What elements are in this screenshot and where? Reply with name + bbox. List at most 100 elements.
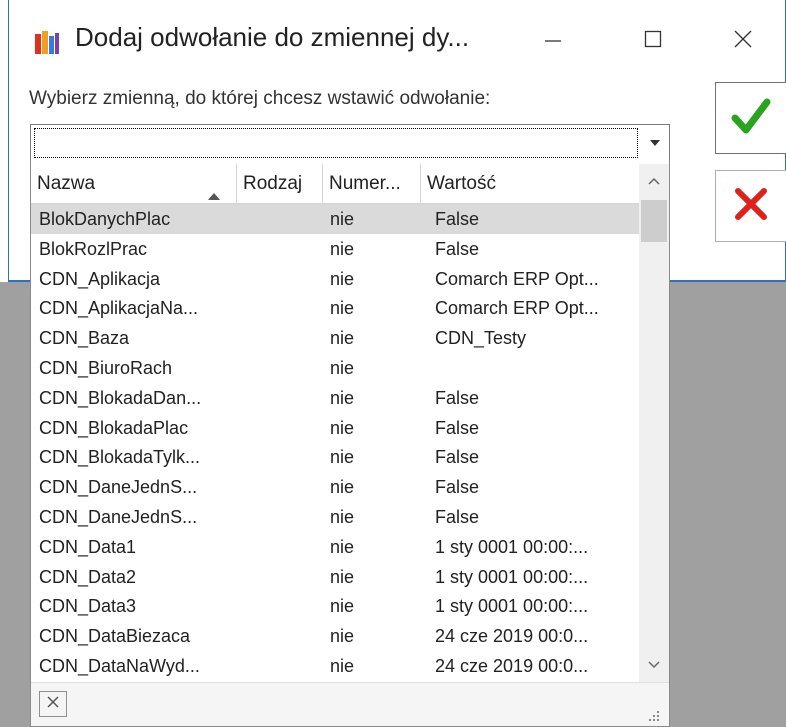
variable-value: CDN_Testy	[435, 328, 527, 349]
table-row[interactable]: CDN_Data3 nie 1 sty 0001 00:00:...	[31, 591, 639, 621]
variable-name: CDN_DataNaWyd...	[39, 655, 200, 676]
variable-value: False	[435, 387, 480, 408]
variable-value: False	[435, 209, 480, 229]
variable-numbered: nie	[330, 655, 355, 676]
variable-numbered: nie	[330, 506, 355, 527]
table-row[interactable]: CDN_Baza nie CDN_Testy	[31, 323, 639, 353]
variable-name: CDN_BlokadaPlac	[39, 417, 189, 438]
resize-grip-icon[interactable]	[645, 707, 661, 723]
table-row[interactable]: CDN_Data1 nie 1 sty 0001 00:00:...	[31, 532, 639, 562]
column-label: Nazwa	[37, 173, 96, 194]
variable-value: 1 sty 0001 00:00:...	[435, 566, 589, 587]
variable-numbered: nie	[330, 357, 355, 378]
minimize-icon	[543, 29, 563, 54]
variable-name: CDN_DataBiezaca	[39, 626, 191, 647]
variable-numbered: nie	[330, 626, 355, 647]
column-label: Wartość	[427, 173, 496, 194]
variable-value: 24 cze 2019 00:0...	[435, 655, 589, 676]
minimize-button[interactable]	[523, 16, 583, 66]
table-row[interactable]: CDN_BlokadaTylk... nie False	[31, 442, 639, 472]
column-header-number[interactable]: Numer...	[323, 164, 421, 204]
variable-value: False	[435, 417, 480, 438]
scroll-down-button[interactable]	[639, 648, 669, 684]
table-body: BlokDanychPlac nie False BlokRozlPrac nie Fal…	[31, 204, 639, 681]
table-row[interactable]: CDN_Aplikacja nie Comarch ERP Opt...	[31, 264, 639, 294]
close-icon	[733, 29, 753, 54]
table-row[interactable]: CDN_DaneJednS... nie False	[31, 472, 639, 502]
variable-name: BlokRozlPrac	[39, 238, 148, 259]
variable-value: 1 sty 0001 00:00:...	[435, 536, 589, 557]
variable-numbered: nie	[330, 536, 355, 557]
variable-value: 1 sty 0001 00:00:...	[435, 596, 589, 617]
column-header-name[interactable]: Nazwa	[31, 164, 237, 204]
variable-name: CDN_BlokadaTylk...	[39, 447, 201, 468]
ok-button[interactable]	[715, 82, 786, 154]
green-checkmark-icon	[729, 94, 773, 143]
variable-name: CDN_Aplikacja	[39, 268, 161, 289]
variable-numbered: nie	[330, 387, 355, 408]
scrollbar-thumb[interactable]	[641, 200, 667, 242]
chevron-down-icon	[649, 134, 661, 152]
table-row[interactable]: CDN_BlokadaPlac nie False	[31, 413, 639, 443]
variable-numbered: nie	[330, 566, 355, 587]
column-header-kind[interactable]: Rodzaj	[237, 164, 323, 204]
chevron-down-icon	[647, 657, 661, 675]
variable-numbered: nie	[330, 328, 355, 349]
table-row[interactable]: CDN_DaneJednS... nie False	[31, 502, 639, 532]
table-row[interactable]: BlokDanychPlac nie False	[31, 204, 639, 234]
clear-x-icon	[46, 695, 60, 714]
variable-value: False	[435, 447, 480, 468]
variable-value: False	[435, 506, 480, 527]
variable-name: CDN_Data3	[39, 596, 137, 617]
dropdown-footer	[31, 682, 669, 726]
variable-numbered: nie	[330, 268, 355, 289]
variable-name: CDN_BiuroRach	[39, 357, 173, 378]
variable-name: CDN_Data2	[39, 566, 137, 587]
window-title: Dodaj odwołanie do zmiennej dy...	[75, 22, 470, 52]
variable-name: CDN_AplikacjaNa...	[39, 298, 199, 319]
variable-name: CDN_Baza	[39, 328, 130, 349]
variable-name: CDN_Data1	[39, 536, 137, 557]
combo-field[interactable]	[34, 128, 638, 158]
table-row[interactable]: CDN_DataBiezaca nie 24 cze 2019 00:0...	[31, 621, 639, 651]
variable-name: CDN_DaneJednS...	[39, 477, 198, 498]
variable-numbered: nie	[330, 447, 355, 468]
vertical-scrollbar[interactable]	[639, 164, 669, 684]
chevron-up-icon	[647, 173, 661, 191]
variable-value: False	[435, 477, 480, 498]
prompt-label: Wybierz zmienną, do której chcesz wstawi…	[29, 88, 491, 109]
variable-value: Comarch ERP Opt...	[435, 268, 599, 289]
variable-combobox[interactable]	[30, 124, 670, 162]
scroll-up-button[interactable]	[639, 164, 669, 200]
combo-dropdown-button[interactable]	[641, 125, 669, 161]
column-label: Rodzaj	[243, 173, 303, 194]
column-label: Numer...	[329, 173, 401, 194]
maximize-icon	[643, 29, 663, 54]
variable-numbered: nie	[330, 238, 355, 259]
cancel-button[interactable]	[715, 170, 786, 242]
maximize-button[interactable]	[623, 16, 683, 66]
table-row[interactable]: CDN_BiuroRach nie	[31, 353, 639, 383]
table-row[interactable]: CDN_BlokadaDan... nie False	[31, 383, 639, 413]
variable-value: Comarch ERP Opt...	[435, 298, 599, 319]
table-row[interactable]: CDN_Data2 nie 1 sty 0001 00:00:...	[31, 562, 639, 592]
books-icon	[33, 28, 61, 56]
variable-numbered: nie	[330, 298, 355, 319]
variable-numbered: nie	[330, 596, 355, 617]
title-bar[interactable]: Dodaj odwołanie do zmiennej dy...	[9, 0, 786, 80]
table-row[interactable]: CDN_DataNaWyd... nie 24 cze 2019 00:0...	[31, 651, 639, 681]
variable-numbered: nie	[330, 417, 355, 438]
variable-numbered: nie	[330, 209, 355, 229]
table-row[interactable]: CDN_AplikacjaNa... nie Comarch ERP Opt...	[31, 293, 639, 323]
variable-value: 24 cze 2019 00:0...	[435, 626, 589, 647]
variable-name: CDN_DaneJednS...	[39, 506, 198, 527]
clear-button[interactable]	[39, 691, 67, 717]
table-header: Nazwa Rodzaj Numer... Wartość	[31, 164, 639, 204]
table-row[interactable]: BlokRozlPrac nie False	[31, 234, 639, 264]
close-button[interactable]	[713, 16, 773, 66]
variable-name: BlokDanychPlac	[39, 209, 171, 229]
variable-dropdown-list: Nazwa Rodzaj Numer... Wartość BlokDanych…	[30, 160, 670, 727]
red-x-icon	[731, 184, 771, 229]
variable-numbered: nie	[330, 477, 355, 498]
column-header-value[interactable]: Wartość	[421, 164, 639, 204]
